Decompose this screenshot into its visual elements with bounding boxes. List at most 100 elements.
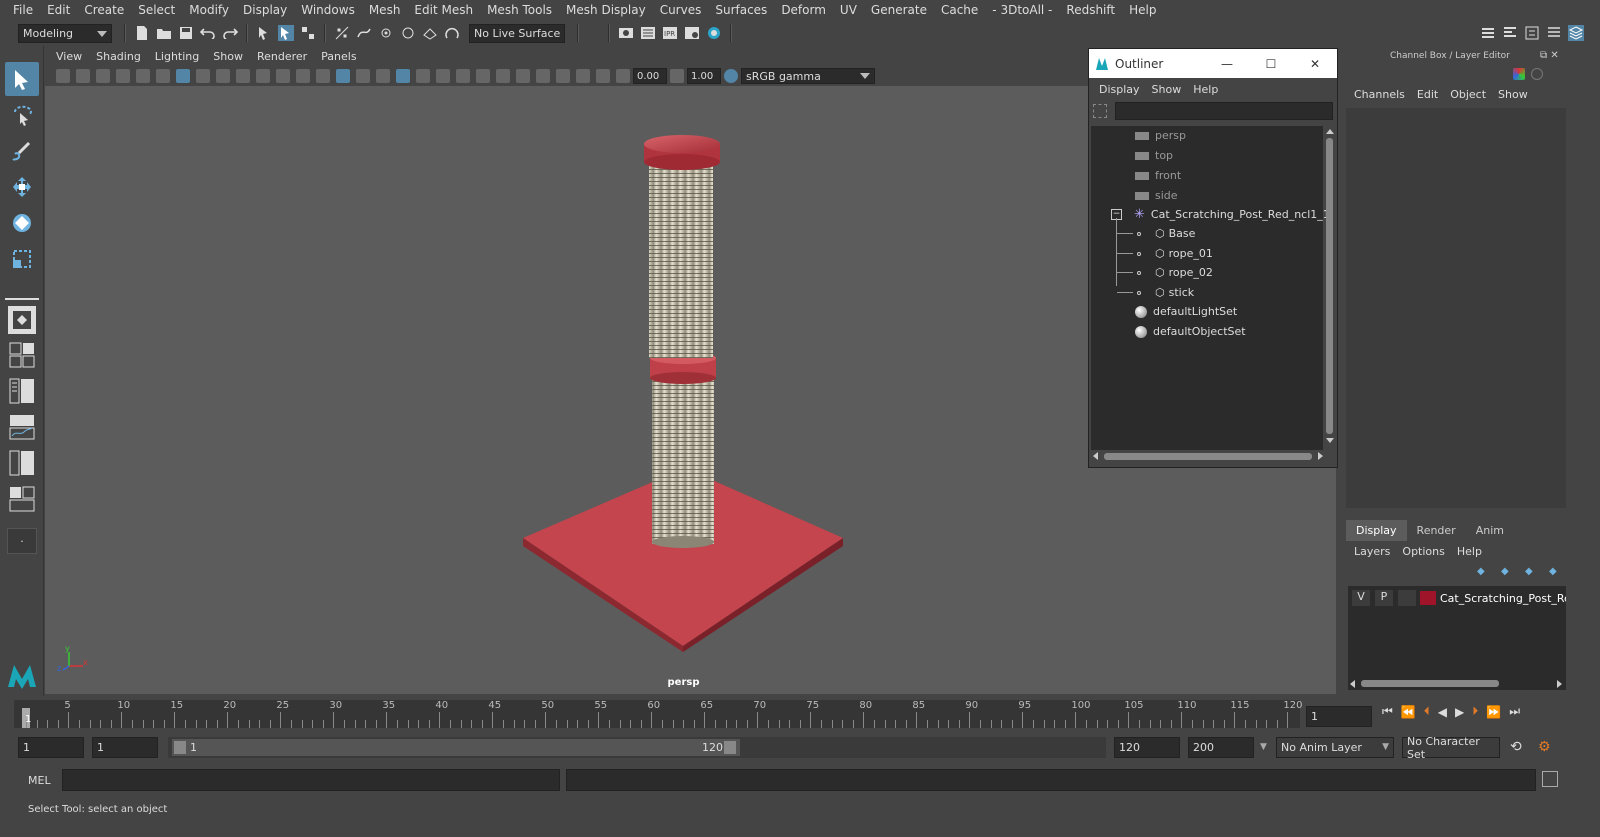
outliner-item-rope-01[interactable]: ⬡ rope_01 xyxy=(1117,244,1213,263)
outliner-menu-display[interactable]: Display xyxy=(1093,83,1146,96)
outliner-item-stick[interactable]: ⬡ stick xyxy=(1117,283,1194,302)
outliner-item-front[interactable]: front xyxy=(1135,166,1181,185)
exposure-field[interactable]: 0.00 xyxy=(633,68,667,84)
new-scene-icon[interactable] xyxy=(134,25,150,41)
shadows-icon[interactable] xyxy=(436,69,450,83)
modeling-toolkit-icon[interactable] xyxy=(1480,25,1496,41)
move-layer-up-icon[interactable]: ◆ xyxy=(1477,566,1491,578)
rotate-tool-button[interactable] xyxy=(5,206,39,240)
render-view-icon[interactable] xyxy=(684,25,700,41)
menu-file[interactable]: File xyxy=(6,3,40,17)
scroll-left-icon[interactable] xyxy=(1350,679,1355,688)
menu-surfaces[interactable]: Surfaces xyxy=(708,3,774,17)
isolate-select-icon[interactable] xyxy=(536,69,550,83)
grease-pencil-icon[interactable] xyxy=(156,69,170,83)
smooth-shade-icon[interactable] xyxy=(336,69,350,83)
layer-menu-help[interactable]: Help xyxy=(1451,545,1488,558)
exposure-icon[interactable] xyxy=(616,69,630,83)
time-slider[interactable]: 5 10 15 20 25 30 35 40 45 50 55 60 65 70 75 80 85 90 95 100… xyxy=(14,700,1302,728)
select-component-icon[interactable] xyxy=(300,25,316,41)
layer-color-swatch[interactable] xyxy=(1420,591,1436,605)
anim-layer-dropdown[interactable]: No Anim Layer ▼ xyxy=(1276,737,1394,758)
scroll-left-icon[interactable] xyxy=(1093,452,1098,460)
outliner-horizontal-scrollbar[interactable] xyxy=(1093,451,1323,461)
grid-icon[interactable] xyxy=(176,69,190,83)
current-frame-field[interactable]: 1 xyxy=(1306,706,1372,727)
snap-grid-icon[interactable] xyxy=(334,25,350,41)
menu-windows[interactable]: Windows xyxy=(294,3,362,17)
maximize-icon[interactable]: ☐ xyxy=(1249,57,1293,71)
hypershade-icon[interactable] xyxy=(706,25,722,41)
save-scene-icon[interactable] xyxy=(178,25,194,41)
color-management-icon[interactable] xyxy=(724,69,738,83)
snap-curve-icon[interactable] xyxy=(356,25,372,41)
chevron-down-icon[interactable]: ▼ xyxy=(1260,742,1267,752)
range-slider-track[interactable]: 1 120 xyxy=(168,737,1106,758)
outliner-item-default-light-set[interactable]: defaultLightSet xyxy=(1135,302,1237,321)
resolution-gate-icon[interactable] xyxy=(216,69,230,83)
viewport-menu-view[interactable]: View xyxy=(49,50,89,63)
command-language-label[interactable]: MEL xyxy=(28,774,51,787)
playback-start-field[interactable]: 1 xyxy=(92,737,158,758)
menu-redshift[interactable]: Redshift xyxy=(1059,3,1122,17)
viewport-menu-show[interactable]: Show xyxy=(206,50,250,63)
playback-end-field[interactable]: 120 xyxy=(1114,737,1180,758)
channel-menu-edit[interactable]: Edit xyxy=(1411,88,1444,101)
uv-editor-layout-button[interactable] xyxy=(5,482,39,516)
layer-display-type-toggle[interactable] xyxy=(1398,590,1416,606)
camera-select-icon[interactable] xyxy=(56,69,70,83)
outliner-search-input[interactable] xyxy=(1115,102,1333,120)
image-plane-icon[interactable] xyxy=(116,69,130,83)
layer-horizontal-scrollbar[interactable] xyxy=(1350,679,1562,688)
range-start-handle[interactable] xyxy=(174,741,186,754)
depth-of-field-icon[interactable] xyxy=(516,69,530,83)
four-view-layout-button[interactable] xyxy=(5,338,39,372)
menu-set-dropdown[interactable]: Modeling xyxy=(18,23,112,43)
outliner-item-default-object-set[interactable]: defaultObjectSet xyxy=(1135,322,1246,341)
scroll-right-icon[interactable] xyxy=(1557,679,1562,688)
menu-mesh[interactable]: Mesh xyxy=(362,3,408,17)
step-back-frame-icon[interactable]: ⏪ xyxy=(1401,705,1416,719)
menu-3dtoall[interactable]: - 3DtoAll - xyxy=(985,3,1059,17)
layer-menu-options[interactable]: Options xyxy=(1396,545,1450,558)
safe-title-icon[interactable] xyxy=(296,69,310,83)
scroll-thumb[interactable] xyxy=(1361,680,1499,687)
tab-display[interactable]: Display xyxy=(1346,520,1407,541)
viewport-menu-renderer[interactable]: Renderer xyxy=(250,50,314,63)
animation-end-field[interactable]: 200 xyxy=(1188,737,1254,758)
lasso-tool-button[interactable] xyxy=(5,98,39,132)
menu-uv[interactable]: UV xyxy=(833,3,864,17)
outliner-item-rope-02[interactable]: ⬡ rope_02 xyxy=(1117,263,1213,282)
safe-action-icon[interactable] xyxy=(276,69,290,83)
play-backwards-icon[interactable]: ◀ xyxy=(1438,705,1447,719)
open-scene-icon[interactable] xyxy=(156,25,172,41)
hypershade-layout-button[interactable] xyxy=(5,446,39,480)
tab-render[interactable]: Render xyxy=(1407,520,1466,541)
move-tool-button[interactable] xyxy=(5,170,39,204)
ipr-render-icon[interactable]: IPR xyxy=(662,25,678,41)
channel-menu-channels[interactable]: Channels xyxy=(1348,88,1411,101)
camera-attributes-icon[interactable] xyxy=(76,69,90,83)
outliner-item-top[interactable]: top xyxy=(1135,146,1173,165)
anti-aliasing-icon[interactable] xyxy=(496,69,510,83)
scroll-right-icon[interactable] xyxy=(1318,452,1323,460)
transform-axes-icon[interactable] xyxy=(1513,68,1525,80)
filter-icon[interactable] xyxy=(1093,104,1107,118)
select-object-icon[interactable] xyxy=(278,25,294,41)
manipulator-icon[interactable] xyxy=(1531,68,1543,80)
scroll-thumb[interactable] xyxy=(1104,452,1312,460)
custom-layout-button[interactable]: · xyxy=(7,528,37,554)
outliner-item-base[interactable]: ⬡ Base xyxy=(1117,224,1195,243)
outliner-item-side[interactable]: side xyxy=(1135,186,1178,205)
view-transform-dropdown[interactable]: sRGB gamma xyxy=(741,68,875,84)
script-editor-icon[interactable] xyxy=(1542,771,1558,787)
minimize-icon[interactable]: — xyxy=(1205,57,1249,71)
layer-visibility-toggle[interactable]: V xyxy=(1352,590,1370,606)
command-input[interactable] xyxy=(62,769,560,791)
gate-mask-icon[interactable] xyxy=(236,69,250,83)
wireframe-on-shaded-icon[interactable] xyxy=(376,69,390,83)
snap-surface-icon[interactable] xyxy=(422,25,438,41)
range-slider-bar[interactable] xyxy=(172,739,740,756)
render-settings-icon[interactable] xyxy=(618,25,634,41)
channel-menu-object[interactable]: Object xyxy=(1444,88,1492,101)
